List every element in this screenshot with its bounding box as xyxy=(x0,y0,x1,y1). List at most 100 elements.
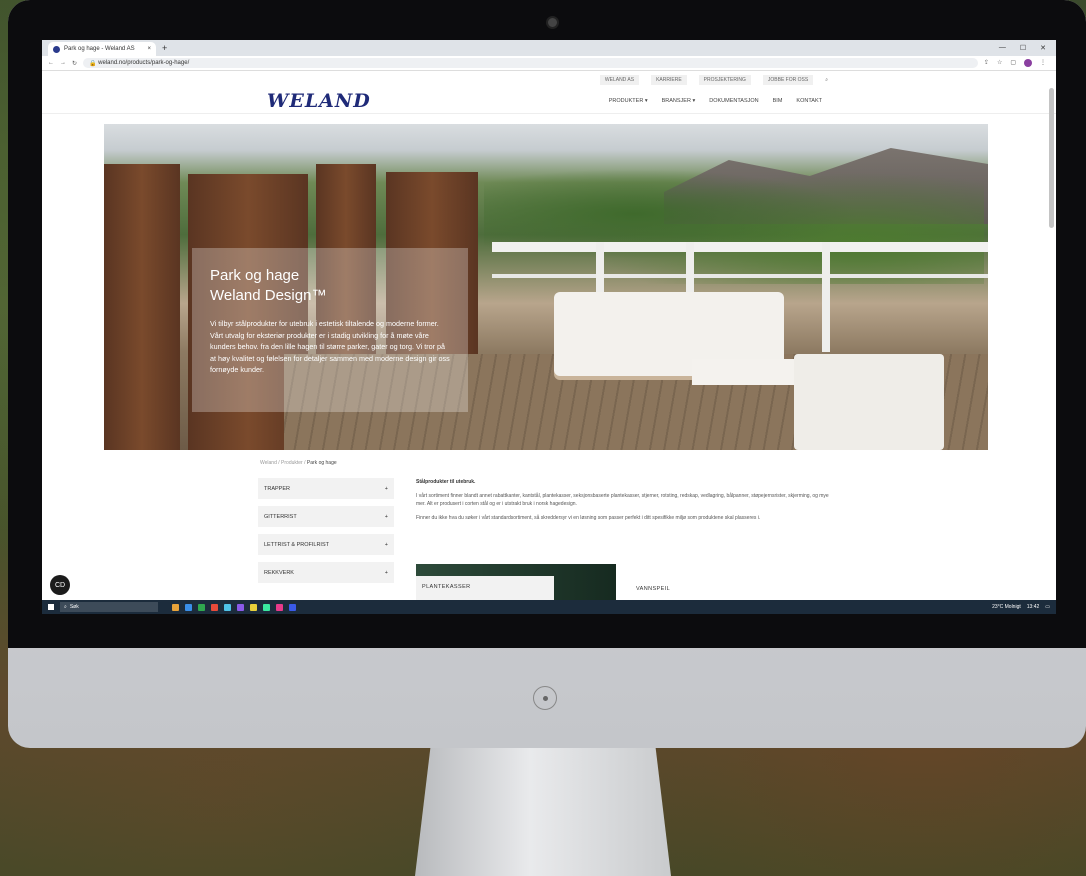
app-icon[interactable] xyxy=(237,603,244,611)
url-text: weland.no/products/park-og-hage/ xyxy=(98,60,190,66)
hero-title-line1: Park og hage xyxy=(210,267,300,284)
app-icon[interactable] xyxy=(289,603,296,611)
breadcrumb-sep: / xyxy=(278,460,280,466)
taskbar-search[interactable]: ⌕ Søk xyxy=(60,602,158,612)
main-nav: PRODUKTER ▾ BRANSJER ▾ DOKUMENTASJON BIM… xyxy=(609,98,822,104)
maximize-button[interactable]: ☐ xyxy=(1020,44,1026,52)
lock-icon: 🔒 xyxy=(89,60,99,67)
content-paragraph: Finner du ikke hva du søker i vårt stand… xyxy=(416,515,761,521)
taskbar: ⌕ Søk 23°C Molnigt 13:42 ▭ xyxy=(42,600,1056,614)
app-icon[interactable] xyxy=(185,603,192,611)
camera-dot xyxy=(546,16,559,29)
url-field[interactable]: 🔒 weland.no/products/park-og-hage/ xyxy=(83,58,978,68)
app-icon[interactable] xyxy=(263,603,270,611)
hero-image: Park og hage Weland Design™ Vi tilbyr st… xyxy=(104,124,988,450)
breadcrumb: Weland / Produkter / Park og hage xyxy=(260,460,337,466)
reload-icon[interactable]: ↻ xyxy=(72,60,77,67)
sidebar: TRAPPER + GITTERRIST + LETTRIST & PROFIL… xyxy=(258,478,394,590)
menu-icon[interactable]: ⋮ xyxy=(1040,59,1046,67)
breadcrumb-products[interactable]: Produkter xyxy=(281,460,303,466)
sidebar-item-gitterrist[interactable]: GITTERRIST + xyxy=(258,506,394,527)
scrollbar[interactable] xyxy=(1049,88,1054,228)
toolbar-icons: ⇪ ☆ ▢ ⋮ xyxy=(984,59,1046,67)
hero-text: Vi tilbyr stålprodukter for utebruk i es… xyxy=(210,319,450,374)
top-link-prosjektering[interactable]: PROSJEKTERING xyxy=(698,75,751,85)
breadcrumb-home[interactable]: Weland xyxy=(260,460,277,466)
favicon-icon xyxy=(53,45,60,53)
browser-tab[interactable]: Park og hage - Weland AS × xyxy=(48,42,156,56)
tab-bar: Park og hage - Weland AS × + — ☐ ✕ xyxy=(42,40,1056,56)
tab-title: Park og hage - Weland AS xyxy=(64,46,135,52)
content-paragraph: I vårt sortiment finner blandt annet rab… xyxy=(416,493,829,507)
monitor-stand xyxy=(415,748,671,876)
app-icon[interactable] xyxy=(250,603,257,611)
sidebar-item-label: TRAPPER xyxy=(264,485,290,492)
breadcrumb-sep: / xyxy=(304,460,306,466)
plus-icon[interactable]: + xyxy=(385,486,388,492)
windows-start-icon[interactable] xyxy=(48,604,54,610)
extensions-icon[interactable]: ▢ xyxy=(1010,59,1016,67)
nav-bim[interactable]: BIM xyxy=(773,98,783,104)
app-icon[interactable] xyxy=(276,603,283,611)
chat-icon[interactable]: CD xyxy=(50,575,70,595)
star-icon[interactable]: ☆ xyxy=(997,59,1002,67)
tab-close-button[interactable]: × xyxy=(147,46,151,52)
folder-icon[interactable] xyxy=(172,603,179,611)
railing xyxy=(492,242,988,252)
top-link-jobbe[interactable]: JOBBE FOR OSS xyxy=(762,75,814,85)
plus-icon[interactable]: + xyxy=(385,514,388,520)
profile-icon[interactable] xyxy=(1024,59,1032,67)
notification-icon[interactable]: ▭ xyxy=(1045,604,1050,610)
system-tray: 23°C Molnigt 13:42 ▭ xyxy=(992,604,1050,610)
top-link-karriere[interactable]: KARRIERE xyxy=(651,75,687,85)
main-content: Stålprodukter til utebruk. I vårt sortim… xyxy=(416,478,836,528)
screen: Park og hage - Weland AS × + — ☐ ✕ ← → ↻… xyxy=(42,40,1056,614)
nav-produkter[interactable]: PRODUKTER ▾ xyxy=(609,98,648,104)
new-tab-button[interactable]: + xyxy=(162,43,167,53)
sidebar-item-rekkverk[interactable]: REKKVERK + xyxy=(258,562,394,583)
content-heading: Stålprodukter til utebruk. xyxy=(416,479,476,485)
close-window-button[interactable]: ✕ xyxy=(1040,44,1046,52)
product-card-vannspeil[interactable]: VANNSPEIL xyxy=(636,586,670,592)
railing xyxy=(492,274,988,278)
clock-text[interactable]: 13:42 xyxy=(1027,604,1040,610)
sidebar-item-lettrist[interactable]: LETTRIST & PROFILRIST + xyxy=(258,534,394,555)
product-card-plantekasser[interactable]: PLANTEKASSER xyxy=(416,564,616,604)
hero-trees xyxy=(484,144,984,284)
hero-textbox: Park og hage Weland Design™ Vi tilbyr st… xyxy=(192,248,468,412)
search-icon[interactable]: ⌕ xyxy=(825,77,828,83)
breadcrumb-current: Park og hage xyxy=(306,460,337,466)
app-icon[interactable] xyxy=(211,603,218,611)
share-icon[interactable]: ⇪ xyxy=(984,59,989,67)
plus-icon[interactable]: + xyxy=(385,570,388,576)
site-header: WELAND PRODUKTER ▾ BRANSJER ▾ DOKUMENTAS… xyxy=(42,89,1056,114)
minimize-button[interactable]: — xyxy=(999,44,1006,52)
armchair xyxy=(794,354,944,450)
taskbar-apps xyxy=(172,603,296,611)
product-cards: PLANTEKASSER VANNSPEIL xyxy=(416,564,836,604)
nav-dokumentasjon[interactable]: DOKUMENTASJON xyxy=(709,98,758,104)
hero-title-line2: Weland Design™ xyxy=(210,287,327,304)
site-top-links: WELAND AS KARRIERE PROSJEKTERING JOBBE F… xyxy=(42,71,1056,89)
plus-icon[interactable]: + xyxy=(385,542,388,548)
window-controls: — ☐ ✕ xyxy=(999,44,1046,52)
sidebar-item-trapper[interactable]: TRAPPER + xyxy=(258,478,394,499)
railing-post xyxy=(822,242,830,352)
app-icon[interactable] xyxy=(198,603,205,611)
forward-icon[interactable]: → xyxy=(60,60,66,66)
search-icon: ⌕ xyxy=(64,604,67,610)
sidebar-item-label: LETTRIST & PROFILRIST xyxy=(264,541,329,548)
weather-text[interactable]: 23°C Molnigt xyxy=(992,604,1021,610)
top-link-weland[interactable]: WELAND AS xyxy=(599,75,640,85)
nav-bransjer[interactable]: BRANSJER ▾ xyxy=(662,98,696,104)
taskbar-search-text: Søk xyxy=(69,604,79,610)
app-icon[interactable] xyxy=(224,603,231,611)
corten-panel xyxy=(104,164,180,450)
hero-title: Park og hage Weland Design™ xyxy=(210,266,450,306)
power-button xyxy=(533,686,557,710)
site-logo[interactable]: WELAND xyxy=(267,90,371,112)
nav-kontakt[interactable]: KONTAKT xyxy=(796,98,822,104)
back-icon[interactable]: ← xyxy=(48,60,54,66)
sidebar-item-label: REKKVERK xyxy=(264,569,294,576)
sidebar-item-label: GITTERRIST xyxy=(264,513,297,520)
